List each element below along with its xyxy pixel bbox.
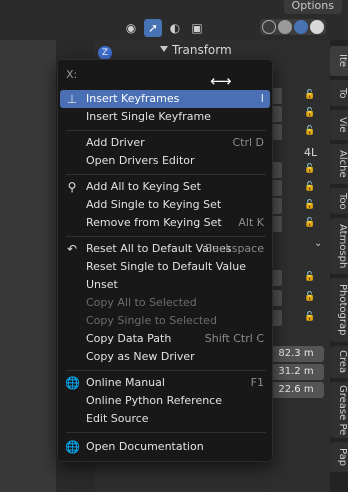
menu-item-shortcut: Shift Ctrl C [204, 332, 264, 345]
menu-item-shortcut: Ctrl D [232, 136, 264, 149]
globe-icon: 🌐 [65, 376, 80, 390]
lock-icon[interactable]: 🔓 [304, 292, 315, 302]
menu-title: X: [66, 68, 78, 81]
menu-item-reset-single-to-default[interactable]: Reset Single to Default Value [60, 258, 270, 276]
tab-item[interactable]: Ite [330, 46, 348, 76]
menu-item-remove-from-keying-set[interactable]: Remove from Keying Set Alt K [60, 214, 270, 232]
menu-separator [66, 236, 266, 237]
lock-icon[interactable]: 🔓 [304, 200, 315, 210]
keyframe-icon: ⊥ [66, 92, 78, 106]
menu-item-online-manual[interactable]: 🌐 Online Manual F1 [60, 374, 270, 392]
tab-tool-2[interactable]: Too [330, 188, 348, 214]
menu-item-label: Copy Single to Selected [86, 314, 217, 327]
z-axis-gizmo[interactable]: Z [98, 46, 112, 60]
tab-view[interactable]: Vie [330, 110, 348, 140]
menu-item-label: Copy All to Selected [86, 296, 197, 309]
menu-item-label: Copy as New Driver [86, 350, 195, 363]
menu-item-shortcut: Backspace [205, 242, 264, 255]
menu-item-copy-all-to-selected: Copy All to Selected [60, 294, 270, 312]
lock-icon[interactable]: 🔓 [304, 126, 315, 136]
menu-item-label: Online Manual [86, 376, 165, 389]
tab-atmosphere[interactable]: Atmosph [330, 218, 348, 274]
lock-icon[interactable]: 🔓 [304, 108, 315, 118]
tab-photographer[interactable]: Photograp [330, 278, 348, 342]
menu-item-label: Add All to Keying Set [86, 180, 201, 193]
sidebar-tabs: Ite To Vie Alche Too Atmosph Photograp C… [330, 40, 348, 492]
wireframe-shading-button[interactable] [262, 20, 276, 34]
rotation-mode-label: 4L [304, 146, 318, 159]
menu-item-open-drivers-editor[interactable]: Open Drivers Editor [60, 152, 270, 170]
menu-item-copy-data-path[interactable]: Copy Data Path Shift Ctrl C [60, 330, 270, 348]
horizontal-resize-cursor-icon: ⟷ [210, 72, 232, 90]
menu-separator [66, 130, 266, 131]
tab-create[interactable]: Crea [330, 346, 348, 378]
lock-icon[interactable]: 🔓 [304, 182, 315, 192]
header-toolbar: ◉ ➚ ◐ ▣ [122, 18, 206, 38]
lock-icon[interactable]: 🔓 [304, 218, 315, 228]
menu-item-label: Reset Single to Default Value [86, 260, 246, 273]
globe-icon: 🌐 [65, 440, 80, 454]
keying-set-icon: ⚲ [67, 180, 77, 194]
menu-item-shortcut: Alt K [238, 216, 264, 229]
menu-item-insert-keyframes[interactable]: ⊥ Insert Keyframes I [60, 90, 270, 108]
xray-icon[interactable]: ▣ [188, 19, 206, 37]
transform-pivot-icon[interactable]: ➚ [144, 19, 162, 37]
menu-item-insert-single-keyframe[interactable]: Insert Single Keyframe [60, 108, 270, 126]
menu-item-shortcut: F1 [250, 376, 264, 389]
rendered-shading-button[interactable] [310, 20, 324, 34]
viewport-header: Options ◉ ➚ ◐ ▣ [0, 0, 348, 40]
menu-item-reset-all-to-default[interactable]: ↶ Reset All to Default Values Backspace [60, 240, 270, 258]
menu-item-add-driver[interactable]: Add Driver Ctrl D [60, 134, 270, 152]
menu-item-label: Edit Source [86, 412, 149, 425]
solid-shading-button[interactable] [278, 20, 292, 34]
tab-alchemy[interactable]: Alche [330, 144, 348, 184]
menu-item-label: Insert Single Keyframe [86, 110, 211, 123]
tab-paper[interactable]: Pap [330, 442, 348, 472]
lock-icon[interactable]: 🔓 [304, 164, 315, 174]
menu-item-label: Open Documentation [86, 440, 204, 453]
menu-item-label: Copy Data Path [86, 332, 172, 345]
menu-item-add-all-to-keying-set[interactable]: ⚲ Add All to Keying Set [60, 178, 270, 196]
shading-mode-group [260, 19, 326, 35]
tab-tool[interactable]: To [330, 80, 348, 106]
chevron-down-icon[interactable]: ⌄ [314, 238, 322, 249]
reset-icon: ↶ [66, 242, 78, 256]
menu-item-add-single-to-keying-set[interactable]: Add Single to Keying Set [60, 196, 270, 214]
options-dropdown[interactable]: Options [283, 0, 342, 14]
menu-item-open-documentation[interactable]: 🌐 Open Documentation [60, 438, 270, 456]
menu-item-label: Add Single to Keying Set [86, 198, 222, 211]
menu-item-copy-single-to-selected: Copy Single to Selected [60, 312, 270, 330]
lock-icon[interactable]: 🔓 [304, 272, 315, 282]
dimension-y-field[interactable]: 31.2 m [268, 364, 324, 380]
dimension-x-field[interactable]: 82.3 m [268, 346, 324, 362]
menu-item-unset[interactable]: Unset [60, 276, 270, 294]
menu-separator [66, 370, 266, 371]
menu-item-shortcut: I [260, 92, 264, 105]
menu-item-online-python-reference[interactable]: Online Python Reference [60, 392, 270, 410]
tab-grease-pencil[interactable]: Grease Pe [330, 382, 348, 438]
overlay-icon[interactable]: ◐ [166, 19, 184, 37]
menu-separator [66, 174, 266, 175]
context-menu: X: ⟷ ⊥ Insert Keyframes I Insert Single … [57, 59, 273, 462]
material-shading-button[interactable] [294, 20, 308, 34]
menu-item-edit-source[interactable]: Edit Source [60, 410, 270, 428]
transform-panel-title[interactable]: Transform [172, 43, 232, 57]
menu-item-label: Add Driver [86, 136, 145, 149]
menu-item-label: Unset [86, 278, 118, 291]
menu-item-label: Remove from Keying Set [86, 216, 222, 229]
3d-viewport[interactable] [0, 40, 56, 492]
dimension-z-field[interactable]: 22.6 m [268, 382, 324, 398]
menu-item-label: Open Drivers Editor [86, 154, 195, 167]
lock-icon[interactable]: 🔓 [304, 90, 315, 100]
menu-item-label: Insert Keyframes [86, 92, 180, 105]
menu-item-copy-as-new-driver[interactable]: Copy as New Driver [60, 348, 270, 366]
menu-item-label: Online Python Reference [86, 394, 222, 407]
menu-separator [66, 432, 266, 433]
collapse-arrow-icon[interactable] [160, 46, 168, 52]
eye-icon[interactable]: ◉ [122, 19, 140, 37]
lock-icon[interactable]: 🔓 [304, 312, 315, 322]
